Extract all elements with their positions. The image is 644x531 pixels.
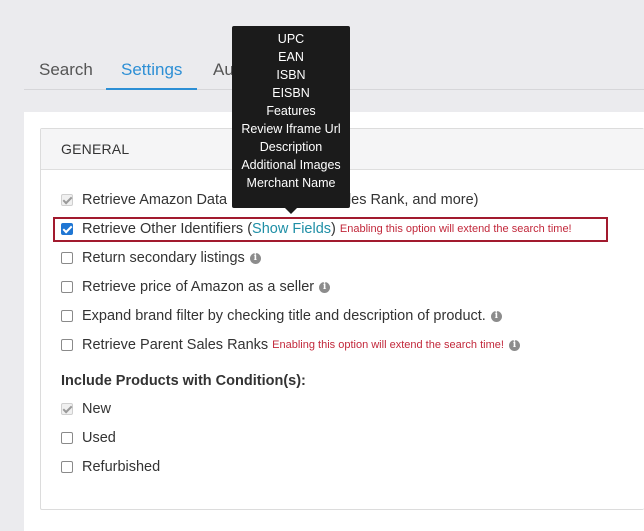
conditions-title: Include Products with Condition(s): — [61, 373, 306, 389]
parent-ranks-label: Retrieve Parent Sales Ranks — [82, 337, 269, 353]
condition-used-label: Used — [82, 430, 116, 446]
condition-new[interactable]: New — [61, 398, 111, 420]
tooltip-field: Review Iframe Url — [241, 122, 341, 136]
condition-new-label: New — [82, 401, 112, 417]
tooltip-field: Description — [259, 140, 323, 154]
condition-used-checkbox[interactable] — [61, 432, 73, 444]
secondary-listings-label: Return secondary listings — [82, 250, 245, 266]
info-icon[interactable]: i — [490, 310, 502, 322]
fields-tooltip: UPC EAN ISBN EISBN Features Review Ifram… — [232, 26, 350, 208]
secondary-listings-checkbox[interactable] — [61, 252, 73, 264]
highlight-box — [53, 217, 608, 242]
info-icon[interactable]: i — [249, 252, 261, 264]
brand-filter-checkbox[interactable] — [61, 310, 73, 322]
warning-text: Enabling this option will extend the sea… — [272, 339, 504, 351]
tooltip-field: Features — [266, 104, 316, 118]
settings-page: Search Settings Auto Se GENERAL Retrieve… — [0, 0, 644, 531]
price-seller-checkbox[interactable] — [61, 281, 73, 293]
info-icon[interactable]: i — [508, 339, 520, 351]
price-seller-label: Retrieve price of Amazon as a seller — [82, 279, 315, 295]
condition-refurbished-checkbox[interactable] — [61, 461, 73, 473]
condition-refurbished[interactable]: Refurbished — [61, 456, 160, 478]
tooltip-arrow — [285, 208, 297, 214]
tab-search[interactable]: Search — [24, 56, 108, 90]
tooltip-field: EAN — [278, 50, 304, 64]
tooltip-field: Additional Images — [241, 158, 341, 172]
tooltip-field: EISBN — [272, 86, 310, 100]
option-parent-ranks[interactable]: Retrieve Parent Sales Ranks Enabling thi… — [61, 334, 520, 356]
condition-new-checkbox[interactable] — [61, 403, 73, 415]
parent-ranks-checkbox[interactable] — [61, 339, 73, 351]
condition-used[interactable]: Used — [61, 427, 116, 449]
tooltip-field: Merchant Name — [246, 176, 336, 190]
tooltip-field: ISBN — [276, 68, 306, 82]
option-secondary-listings[interactable]: Return secondary listings i — [61, 247, 261, 269]
option-price-seller[interactable]: Retrieve price of Amazon as a seller i — [61, 276, 331, 298]
tab-settings[interactable]: Settings — [106, 56, 198, 90]
tooltip-field: UPC — [277, 32, 305, 46]
info-icon[interactable]: i — [319, 281, 331, 293]
section-title: GENERAL — [61, 141, 130, 157]
condition-refurbished-label: Refurbished — [82, 459, 161, 475]
retrieve-amazon-checkbox[interactable] — [61, 194, 73, 206]
brand-filter-label: Expand brand filter by checking title an… — [82, 308, 486, 324]
option-brand-filter[interactable]: Expand brand filter by checking title an… — [61, 305, 502, 327]
